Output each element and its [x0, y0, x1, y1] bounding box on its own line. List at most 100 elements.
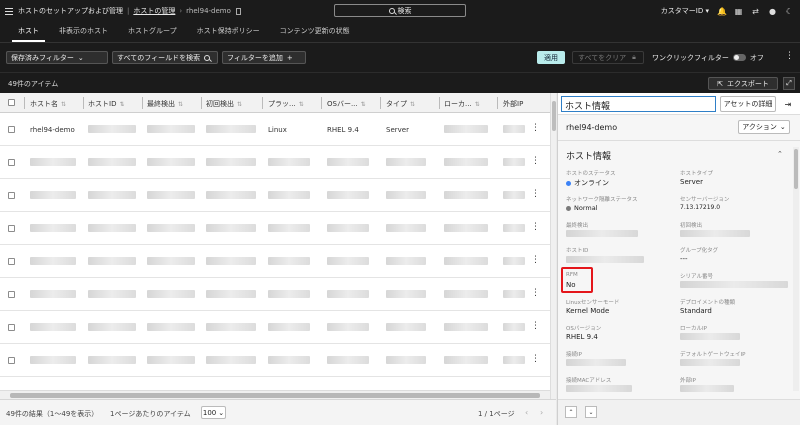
- one-click-toggle[interactable]: [732, 54, 746, 61]
- select-all-checkbox[interactable]: [8, 99, 15, 106]
- redacted-value: [88, 323, 136, 331]
- chevron-up-icon[interactable]: ⌃: [565, 406, 577, 418]
- row-checkbox[interactable]: [8, 159, 15, 166]
- column-header-local-ip[interactable]: ローカ... ⇅: [444, 99, 480, 109]
- breadcrumb-link[interactable]: ホストの管理: [133, 6, 175, 16]
- column-header-os-version[interactable]: OSバー... ⇅: [327, 99, 366, 109]
- scroll-thumb[interactable]: [794, 149, 798, 189]
- switch-icon[interactable]: ⇄: [751, 7, 760, 16]
- redacted-value: [147, 125, 195, 133]
- tab-content-update[interactable]: コンテンツ更新の状態: [270, 26, 360, 42]
- moon-icon[interactable]: ☾: [785, 7, 794, 16]
- redacted-value: [206, 290, 256, 298]
- row-checkbox[interactable]: [8, 225, 15, 232]
- table-vertical-scrollbar[interactable]: [550, 93, 556, 399]
- column-header-external-ip[interactable]: 外部IP: [503, 99, 523, 109]
- asset-details-button[interactable]: アセットの詳細: [720, 96, 776, 112]
- bookmark-icon[interactable]: [235, 7, 241, 15]
- next-page-icon[interactable]: ›: [540, 408, 543, 417]
- redacted-value: [327, 356, 369, 364]
- grid-icon[interactable]: ▦: [734, 7, 743, 16]
- chevron-down-icon[interactable]: ⌄: [585, 406, 597, 418]
- table-row[interactable]: ⋮: [0, 311, 550, 344]
- detail-scrollbar[interactable]: [793, 147, 799, 391]
- breadcrumb: ホストのセットアップおよび管理 | ホストの管理 › rhel94-demo: [18, 6, 241, 16]
- scroll-thumb[interactable]: [10, 393, 540, 398]
- table-horizontal-scrollbar[interactable]: [0, 390, 550, 399]
- redacted-value: [680, 230, 750, 237]
- host-status-value: オンライン: [566, 178, 609, 188]
- add-filter-button[interactable]: フィルターを追加 +: [222, 51, 306, 64]
- clear-all-button[interactable]: すべてをクリア 🔒︎: [572, 51, 644, 64]
- table-row[interactable]: ⋮: [0, 344, 550, 377]
- row-menu-icon[interactable]: ⋮: [531, 189, 540, 199]
- table-row[interactable]: rhel94-demo Linux RHEL 9.4 Server ⋮: [0, 113, 550, 146]
- table-row[interactable]: ⋮: [0, 245, 550, 278]
- redacted-value: [566, 230, 638, 237]
- chevron-up-icon[interactable]: ⌃: [777, 150, 783, 158]
- redacted-value: [386, 191, 426, 199]
- search-fields-button[interactable]: すべてのフィールドを検索: [112, 51, 218, 64]
- bell-icon[interactable]: 🔔: [717, 7, 727, 16]
- table-row[interactable]: ⋮: [0, 212, 550, 245]
- chevron-down-icon: ⌄: [218, 408, 225, 417]
- row-menu-icon[interactable]: ⋮: [531, 288, 540, 298]
- tab-host-groups[interactable]: ホストグループ: [118, 26, 187, 42]
- row-checkbox[interactable]: [8, 126, 15, 133]
- action-dropdown[interactable]: アクション ⌄: [738, 120, 790, 134]
- row-checkbox[interactable]: [8, 357, 15, 364]
- column-header-type[interactable]: タイプ ⇅: [386, 99, 415, 109]
- export-button[interactable]: ⇱ エクスポート: [708, 77, 778, 90]
- menu-icon[interactable]: [0, 7, 18, 15]
- column-header-last-seen[interactable]: 最終検出 ⇅: [147, 99, 183, 109]
- row-checkbox[interactable]: [8, 291, 15, 298]
- row-checkbox[interactable]: [8, 324, 15, 331]
- collapse-panel-icon[interactable]: ⇥: [782, 98, 794, 110]
- scroll-thumb[interactable]: [552, 101, 556, 131]
- saved-filters-dropdown[interactable]: 保存済みフィルター ⌄: [6, 51, 108, 64]
- expand-icon[interactable]: ⤢: [783, 77, 795, 90]
- row-menu-icon[interactable]: ⋮: [531, 123, 540, 133]
- table-row[interactable]: ⋮: [0, 278, 550, 311]
- row-menu-icon[interactable]: ⋮: [531, 222, 540, 232]
- redacted-value: [566, 385, 632, 392]
- tab-hosts[interactable]: ホスト: [8, 26, 49, 42]
- sort-icon: ⇅: [178, 100, 184, 108]
- detail-title[interactable]: ホスト情報: [561, 96, 716, 112]
- column-header-first-seen[interactable]: 初回検出 ⇅: [206, 99, 242, 109]
- row-menu-icon[interactable]: ⋮: [531, 321, 540, 331]
- customer-id-selector[interactable]: カスタマーID ▾: [661, 6, 709, 16]
- redacted-value: [680, 333, 740, 340]
- per-page-select[interactable]: 100 ⌄: [201, 406, 226, 419]
- table-row[interactable]: ⋮: [0, 179, 550, 212]
- field-label: ネットワーク隔離ステータス: [566, 197, 638, 203]
- column-separator: [321, 97, 322, 109]
- more-options-icon[interactable]: ⋮: [785, 51, 794, 61]
- user-icon[interactable]: ●: [768, 7, 777, 16]
- column-header-hostname[interactable]: ホスト名 ⇅: [30, 99, 66, 109]
- tab-host-retention[interactable]: ホスト保持ポリシー: [187, 26, 270, 42]
- redacted-value: [327, 323, 369, 331]
- saved-filters-label: 保存済みフィルター: [11, 53, 74, 62]
- cell-hostname[interactable]: rhel94-demo: [30, 126, 75, 134]
- table-row[interactable]: ⋮: [0, 146, 550, 179]
- row-menu-icon[interactable]: ⋮: [531, 255, 540, 265]
- network-status-value: Normal: [566, 204, 598, 212]
- row-menu-icon[interactable]: ⋮: [531, 354, 540, 364]
- row-menu-icon[interactable]: ⋮: [531, 156, 540, 166]
- apply-button[interactable]: 適用: [537, 51, 565, 64]
- row-checkbox[interactable]: [8, 258, 15, 265]
- tab-hidden-hosts[interactable]: 非表示のホスト: [49, 26, 118, 42]
- row-checkbox[interactable]: [8, 192, 15, 199]
- column-header-platform[interactable]: プラッ... ⇅: [268, 99, 304, 109]
- redacted-value: [444, 356, 488, 364]
- hosts-table: ホスト名 ⇅ ホストID ⇅ 最終検出 ⇅ 初回検出 ⇅ プラッ... ⇅ OSバー...…: [0, 93, 556, 399]
- global-search-button[interactable]: 検索: [334, 4, 466, 17]
- deployment-value: Standard: [680, 307, 712, 315]
- redacted-value: [503, 290, 525, 298]
- results-bar: 49件のアイテム ⇱ エクスポート ⤢: [0, 72, 800, 93]
- prev-page-icon[interactable]: ‹: [525, 408, 528, 417]
- redacted-value: [88, 224, 136, 232]
- column-header-host-id[interactable]: ホストID ⇅: [88, 99, 125, 109]
- redacted-value: [386, 257, 426, 265]
